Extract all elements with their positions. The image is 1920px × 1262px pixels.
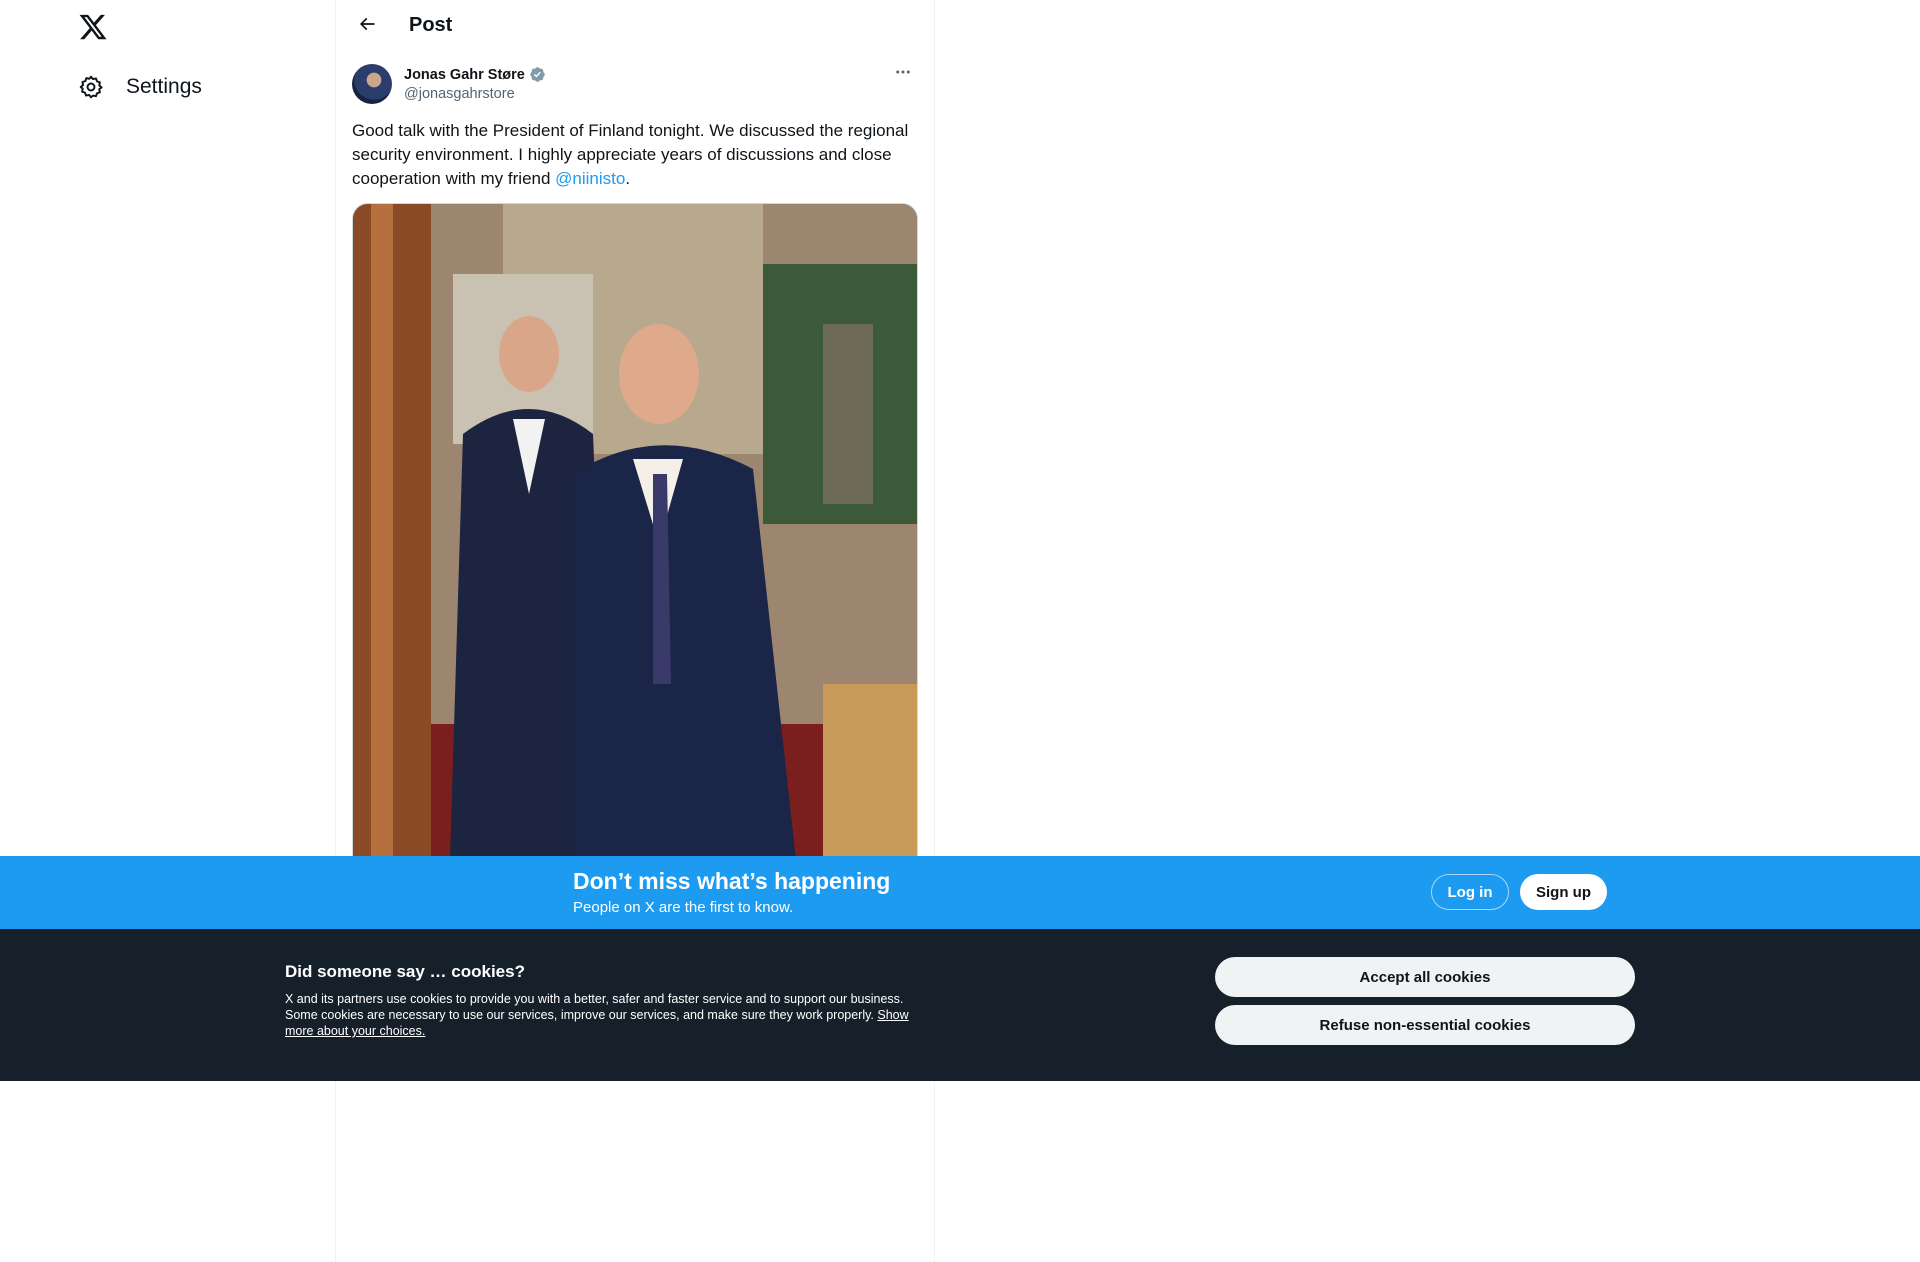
cookie-banner: Did someone say … cookies? X and its par…: [0, 929, 1920, 1081]
author-name-row: Jonas Gahr Støre: [404, 66, 546, 83]
sign-up-button[interactable]: Sign up: [1520, 874, 1607, 910]
accept-cookies-button[interactable]: Accept all cookies: [1215, 957, 1635, 997]
cookie-description: X and its partners use cookies to provid…: [285, 991, 910, 1039]
nav-item-settings[interactable]: Settings: [78, 70, 202, 104]
page-title: Post: [409, 14, 453, 36]
author-handle[interactable]: @jonasgahrstore: [404, 86, 546, 102]
more-options-button[interactable]: [888, 64, 918, 84]
avatar[interactable]: [352, 64, 392, 104]
login-banner: Don’t miss what’s happening People on X …: [0, 856, 1920, 929]
gear-icon: [78, 74, 104, 100]
tweet-text: Good talk with the President of Finland …: [352, 119, 918, 191]
author-name[interactable]: Jonas Gahr Støre: [404, 67, 525, 83]
tweet-text-body: Good talk with the President of Finland …: [352, 121, 909, 188]
tweet-photo[interactable]: [352, 203, 918, 923]
photo-illustration: [353, 204, 917, 922]
tweet-text-end: .: [625, 169, 631, 188]
arrow-left-icon: [357, 14, 377, 39]
x-logo-icon[interactable]: [78, 12, 110, 44]
page-header: Post: [336, 0, 934, 53]
nav-settings-label: Settings: [126, 75, 202, 98]
cookie-title: Did someone say … cookies?: [285, 962, 525, 981]
mention-link[interactable]: @niinisto: [555, 169, 625, 188]
refuse-cookies-button[interactable]: Refuse non-essential cookies: [1215, 1005, 1635, 1045]
cookie-text: X and its partners use cookies to provid…: [285, 992, 904, 1022]
log-in-button[interactable]: Log in: [1431, 874, 1509, 910]
banner-subtitle: People on X are the first to know.: [573, 899, 794, 916]
tweet-author: Jonas Gahr Støre @jonasgahrstore: [404, 66, 546, 102]
verified-badge-icon: [529, 66, 546, 83]
back-button[interactable]: [350, 9, 384, 43]
banner-title: Don’t miss what’s happening: [573, 868, 891, 894]
more-horizontal-icon: [894, 63, 912, 86]
